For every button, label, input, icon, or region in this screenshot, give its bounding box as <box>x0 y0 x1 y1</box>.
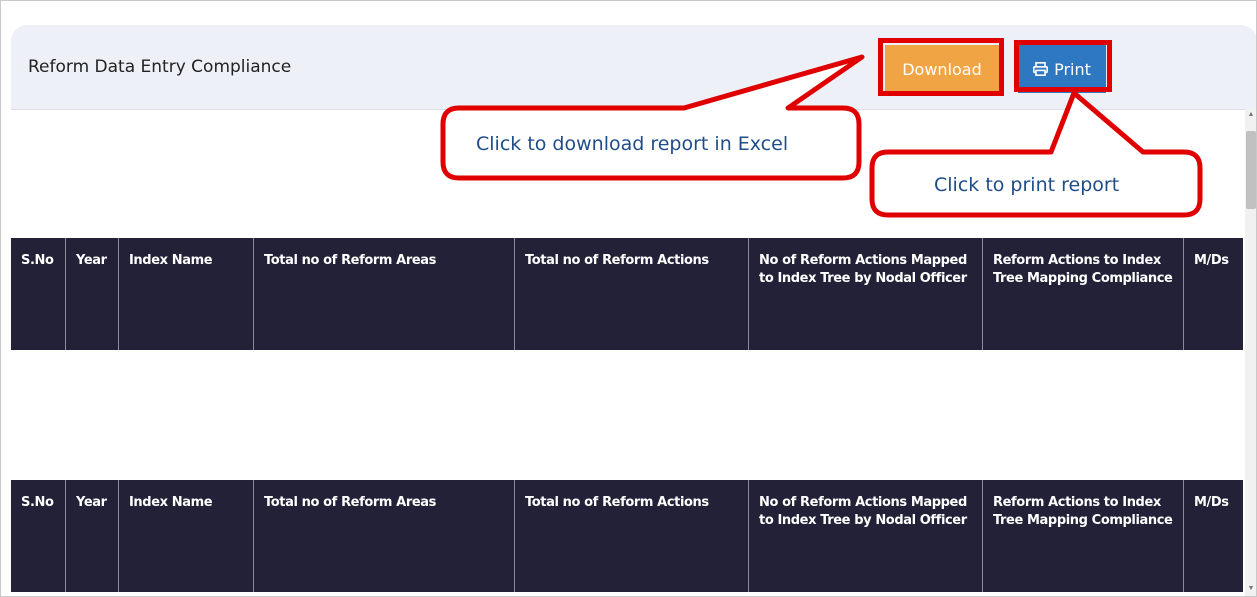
download-callout-bubble <box>440 54 865 181</box>
download-callout-text: Click to download report in Excel <box>476 133 789 155</box>
print-callout-text: Click to print report <box>934 174 1120 196</box>
print-highlight-box <box>1014 40 1112 92</box>
download-highlight-box <box>878 38 1004 96</box>
print-callout-bubble <box>869 90 1203 218</box>
